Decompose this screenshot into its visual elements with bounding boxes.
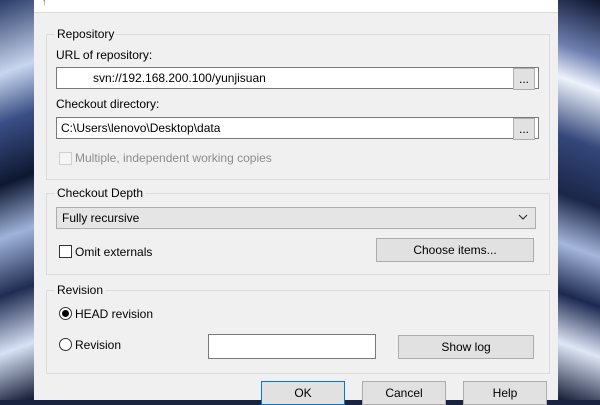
checkout-depth-group-label: Checkout Depth xyxy=(55,186,146,200)
revision-label: Revision xyxy=(75,338,122,352)
revision-group: Revision xyxy=(46,283,550,374)
checkout-depth-group: Checkout Depth xyxy=(46,186,550,275)
depth-selected-value: Fully recursive xyxy=(62,211,140,225)
checkout-dir-value: C:\Users\lenovo\Desktop\data xyxy=(61,121,221,135)
omit-externals-checkbox[interactable] xyxy=(59,245,72,258)
multiple-copies-label: Multiple, independent working copies xyxy=(75,151,272,165)
url-value: svn://192.168.200.100/yunjisuan xyxy=(93,71,266,85)
cancel-button[interactable]: Cancel xyxy=(362,381,446,405)
revision-input[interactable] xyxy=(208,334,376,359)
url-label: URL of repository: xyxy=(56,48,153,62)
url-combobox[interactable]: svn://192.168.200.100/yunjisuan xyxy=(56,67,539,89)
ok-button[interactable]: OK xyxy=(261,381,345,405)
browse-url-button[interactable]: ... xyxy=(513,68,535,90)
desktop-wallpaper-right xyxy=(558,0,600,400)
desktop-wallpaper-left xyxy=(0,0,34,400)
omit-externals-label: Omit externals xyxy=(75,245,153,259)
repository-group-label: Repository xyxy=(55,27,117,41)
title-icon: ↑ xyxy=(42,0,47,7)
head-revision-radio[interactable] xyxy=(59,307,72,320)
checkout-dir-label: Checkout directory: xyxy=(56,97,160,111)
title-bar: ↑ xyxy=(34,0,558,13)
depth-select[interactable]: Fully recursive xyxy=(56,207,536,229)
choose-items-button[interactable]: Choose items... xyxy=(376,238,534,262)
revision-radio[interactable] xyxy=(59,338,72,351)
checkout-dir-field[interactable]: C:\Users\lenovo\Desktop\data xyxy=(56,117,539,139)
help-button[interactable]: Help xyxy=(463,381,547,405)
browse-dir-button[interactable]: ... xyxy=(513,118,535,140)
head-revision-label: HEAD revision xyxy=(75,307,154,321)
multiple-copies-checkbox[interactable] xyxy=(59,152,72,165)
revision-group-label: Revision xyxy=(55,283,106,297)
show-log-button[interactable]: Show log xyxy=(398,335,534,359)
chevron-down-icon[interactable] xyxy=(517,211,529,223)
checkout-dialog: ↑ Repository URL of repository: svn://19… xyxy=(34,0,558,405)
